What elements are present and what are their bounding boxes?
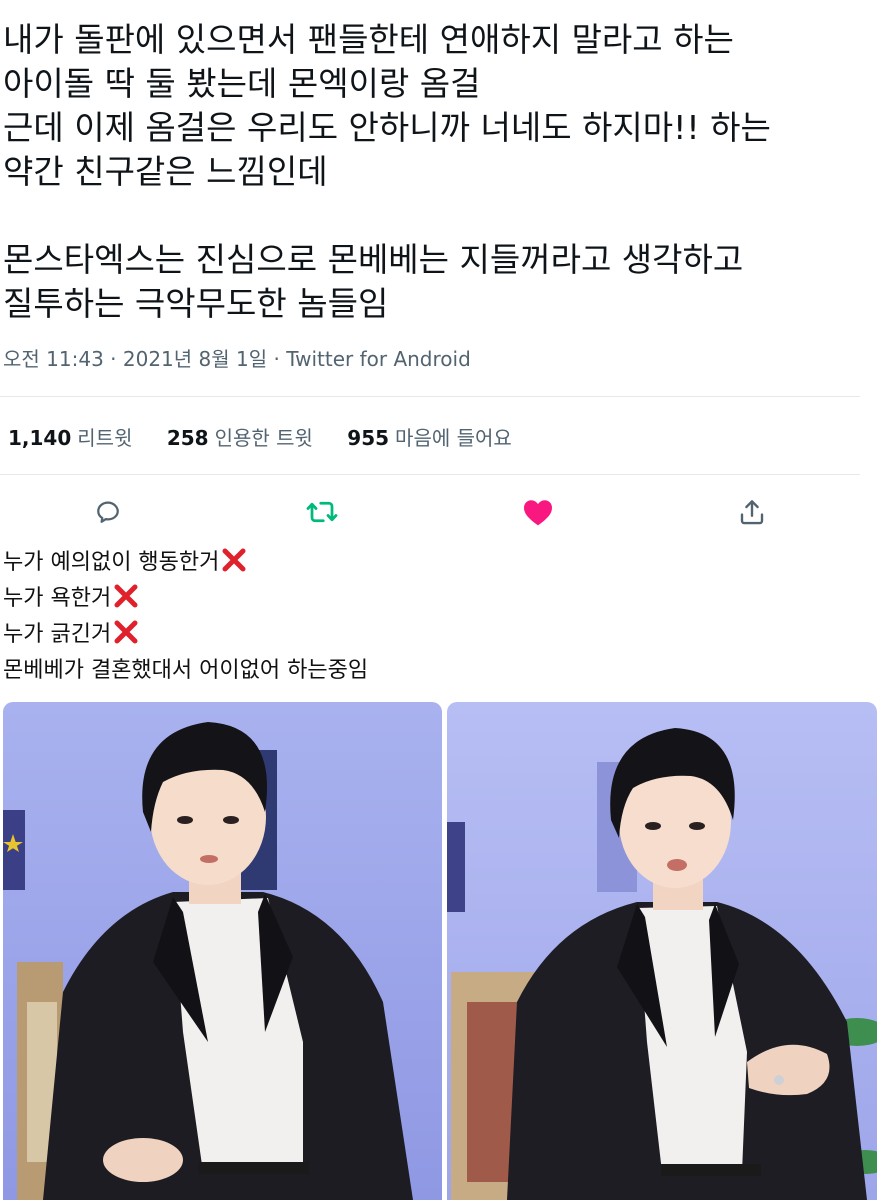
- tweet-text-line: 질투하는 극악무도한 놈들임: [3, 284, 389, 323]
- share-icon: [740, 500, 764, 525]
- tweet-actions: [0, 490, 877, 534]
- divider: [0, 396, 860, 397]
- meme-line: 누가 욕한거: [3, 581, 368, 617]
- meme-line-text: 누가 욕한거: [3, 586, 112, 611]
- x-mark-icon: [114, 584, 138, 608]
- meme-line: 누가 예의없이 행동한거: [3, 545, 368, 581]
- divider: [0, 474, 860, 475]
- retweets-label: 리트윗: [77, 426, 133, 450]
- photo-left[interactable]: [3, 702, 442, 1200]
- person-photo-image: [447, 702, 877, 1200]
- person-photo-image: [3, 702, 442, 1200]
- quotes-label: 인용한 트윗: [214, 426, 313, 450]
- reply-button[interactable]: [86, 490, 130, 534]
- retweets-stat[interactable]: 1,140 리트윗: [8, 426, 132, 450]
- tweet-text-blank: [3, 194, 873, 238]
- tweet-text-line: 아이돌 딱 둘 봤는데 몬엑이랑 옴걸: [3, 64, 481, 103]
- meme-line-text: 누가 긁긴거: [3, 622, 112, 647]
- tweet-body: 내가 돌판에 있으면서 팬들한테 연애하지 말라고 하는 아이돌 딱 둘 봤는데…: [3, 18, 873, 326]
- tweet-source[interactable]: Twitter for Android: [286, 347, 471, 371]
- heart-icon: [524, 500, 552, 526]
- retweet-icon: [306, 501, 338, 523]
- meme-line: 누가 긁긴거: [3, 617, 368, 653]
- likes-stat[interactable]: 955 마음에 들어요: [347, 426, 512, 450]
- photo-right[interactable]: [447, 702, 877, 1200]
- tweet-stats: 1,140 리트윗 258 인용한 트윗 955 마음에 들어요: [8, 422, 540, 451]
- likes-count: 955: [347, 426, 390, 450]
- meme-line: 몬베베가 결혼했대서 어이없어 하는중임: [3, 653, 368, 689]
- quotes-stat[interactable]: 258 인용한 트윗: [167, 426, 313, 450]
- retweets-count: 1,140: [8, 426, 72, 450]
- tweet-text-line: 약간 친구같은 느낌인데: [3, 152, 328, 191]
- x-mark-icon: [114, 620, 138, 644]
- share-button[interactable]: [730, 490, 774, 534]
- retweet-button[interactable]: [300, 490, 344, 534]
- tweet-text-line: 근데 이제 옴걸은 우리도 안하니까 너네도 하지마!! 하는: [3, 108, 771, 147]
- x-mark-icon: [222, 548, 246, 572]
- likes-label: 마음에 들어요: [395, 426, 512, 450]
- tweet-meta: 오전 11:43 · 2021년 8월 1일 · Twitter for And…: [3, 343, 471, 372]
- quotes-count: 258: [166, 426, 209, 450]
- tweet-detail: 내가 돌판에 있으면서 팬들한테 연애하지 말라고 하는 아이돌 딱 둘 봤는데…: [0, 0, 877, 545]
- reply-icon: [97, 501, 119, 523]
- tweet-timestamp[interactable]: 오전 11:43 · 2021년 8월 1일 ·: [3, 347, 286, 371]
- meme-caption: 누가 예의없이 행동한거 누가 욕한거 누가 긁긴거 몬베베가 결혼했대서 어이…: [3, 545, 368, 689]
- tweet-text-line: 내가 돌판에 있으면서 팬들한테 연애하지 말라고 하는: [3, 20, 734, 59]
- like-button[interactable]: [516, 490, 560, 534]
- meme-line-text: 누가 예의없이 행동한거: [3, 550, 220, 575]
- meme-panel: 누가 예의없이 행동한거 누가 욕한거 누가 긁긴거 몬베베가 결혼했대서 어이…: [0, 545, 877, 1200]
- tweet-text-line: 몬스타엑스는 진심으로 몬베베는 지들꺼라고 생각하고: [3, 240, 744, 279]
- meme-line-text: 몬베베가 결혼했대서 어이없어 하는중임: [3, 658, 369, 683]
